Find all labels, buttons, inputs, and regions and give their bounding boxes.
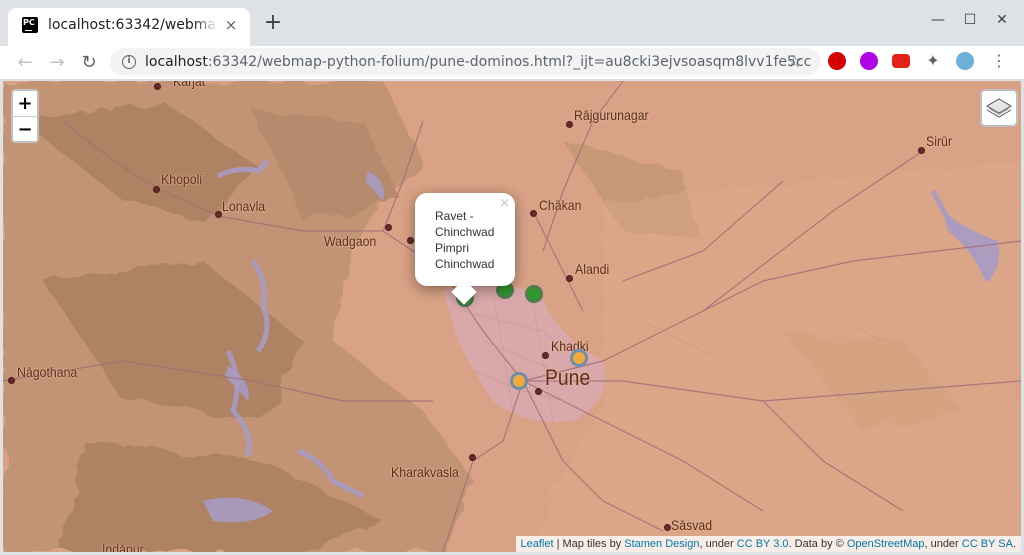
tab-close-icon[interactable]: × xyxy=(223,17,239,33)
attribution-text: . Data by © xyxy=(788,538,847,550)
leaflet-link[interactable]: Leaflet xyxy=(521,538,554,550)
attribution-text: , under xyxy=(699,538,737,550)
place-label-alandi: Alandi xyxy=(575,261,610,277)
place-dot xyxy=(154,83,161,90)
place-dot xyxy=(542,352,549,359)
place-dot xyxy=(469,454,476,461)
place-dot xyxy=(918,147,925,154)
new-tab-button[interactable]: + xyxy=(262,12,284,34)
window-close-icon[interactable]: ✕ xyxy=(992,10,1012,30)
place-dot xyxy=(8,377,15,384)
url-text[interactable]: localhost:63342/webmap-python-folium/pun… xyxy=(145,54,811,70)
reload-icon[interactable]: ↻ xyxy=(76,50,102,76)
bookmark-star-icon[interactable]: ☆ xyxy=(787,52,802,72)
place-dot xyxy=(664,524,671,531)
place-label-indapur: Indāpur xyxy=(102,541,144,552)
stamen-link[interactable]: Stamen Design xyxy=(624,538,699,550)
place-dot xyxy=(153,186,160,193)
zoom-control: + − xyxy=(11,89,39,143)
pycharm-favicon-icon: PC xyxy=(22,17,38,33)
profile-avatar[interactable] xyxy=(956,52,974,70)
place-dot xyxy=(566,121,573,128)
cc-by-link[interactable]: CC BY 3.0 xyxy=(737,538,789,550)
back-icon[interactable]: ← xyxy=(12,50,38,76)
tab-bar: PC localhost:63342/webmap-python-folium/… xyxy=(0,0,1024,46)
place-label-sirur: Sirūr xyxy=(926,133,953,149)
place-dot xyxy=(385,224,392,231)
cc-by-sa-link[interactable]: CC BY SA xyxy=(962,538,1013,550)
place-dot xyxy=(535,388,542,395)
place-label-wadgaon: Wadgaon xyxy=(324,233,377,249)
maximize-icon[interactable]: ☐ xyxy=(960,10,980,30)
forward-icon[interactable]: → xyxy=(44,50,70,76)
place-label-kharakvasla: Kharakvasla xyxy=(391,464,459,480)
place-dot xyxy=(530,210,537,217)
address-bar[interactable]: i localhost:63342/webmap-python-folium/p… xyxy=(110,48,820,76)
map-attribution: Leaflet | Map tiles by Stamen Design, un… xyxy=(515,536,1021,552)
extension-red-icon[interactable] xyxy=(828,52,846,70)
place-label-khopoli: Khopoli xyxy=(161,171,203,187)
place-dot xyxy=(566,275,573,282)
zoom-out-button[interactable]: − xyxy=(13,116,37,141)
tab-title: localhost:63342/webmap-python-folium/pun… xyxy=(48,17,218,33)
attribution-text: | Map tiles by xyxy=(553,538,625,550)
place-label-nagothana: Nāgothana xyxy=(17,364,78,380)
browser-toolbar: ← → ↻ i localhost:63342/webmap-python-fo… xyxy=(0,46,1024,80)
layers-control-button[interactable] xyxy=(980,89,1018,127)
zoom-in-button[interactable]: + xyxy=(13,91,37,116)
map-container[interactable]: Karjat Rājgurunagar Sirūr Khopoli Lonavl… xyxy=(3,81,1021,552)
menu-kebab-icon[interactable]: ⋮ xyxy=(990,52,1008,70)
browser-tab[interactable]: PC localhost:63342/webmap-python-folium/… xyxy=(8,8,250,46)
marker-popup: × Ravet - Chinchwad Pimpri Chinchwad xyxy=(415,193,515,305)
place-label-chakan: Chākan xyxy=(539,197,582,213)
attribution-text: , under xyxy=(924,538,962,550)
place-dot xyxy=(215,211,222,218)
extension-purple-icon[interactable] xyxy=(860,52,878,70)
store-marker-orange[interactable] xyxy=(510,372,528,390)
extensions-puzzle-icon[interactable]: ✦ xyxy=(924,52,942,70)
place-dot xyxy=(407,237,414,244)
place-label-pune: Pune xyxy=(545,365,591,390)
info-icon[interactable]: i xyxy=(122,55,136,69)
popup-content: Ravet - Chinchwad Pimpri Chinchwad xyxy=(435,208,505,272)
place-label-lonavla: Lonavla xyxy=(222,198,266,214)
attribution-text: . xyxy=(1012,538,1016,550)
map-tiles xyxy=(3,81,1021,552)
youtube-extension-icon[interactable] xyxy=(892,54,910,68)
minimize-icon[interactable]: — xyxy=(928,10,948,30)
store-marker-orange[interactable] xyxy=(570,349,588,367)
store-marker-green[interactable] xyxy=(525,285,543,303)
place-label-sasvad: Sāsvad xyxy=(671,517,713,533)
place-label-karjat: Karjat xyxy=(173,81,206,89)
place-label-rajgurunagar: Rājgurunagar xyxy=(574,107,649,123)
osm-link[interactable]: OpenStreetMap xyxy=(847,538,925,550)
layers-icon xyxy=(986,98,1012,118)
